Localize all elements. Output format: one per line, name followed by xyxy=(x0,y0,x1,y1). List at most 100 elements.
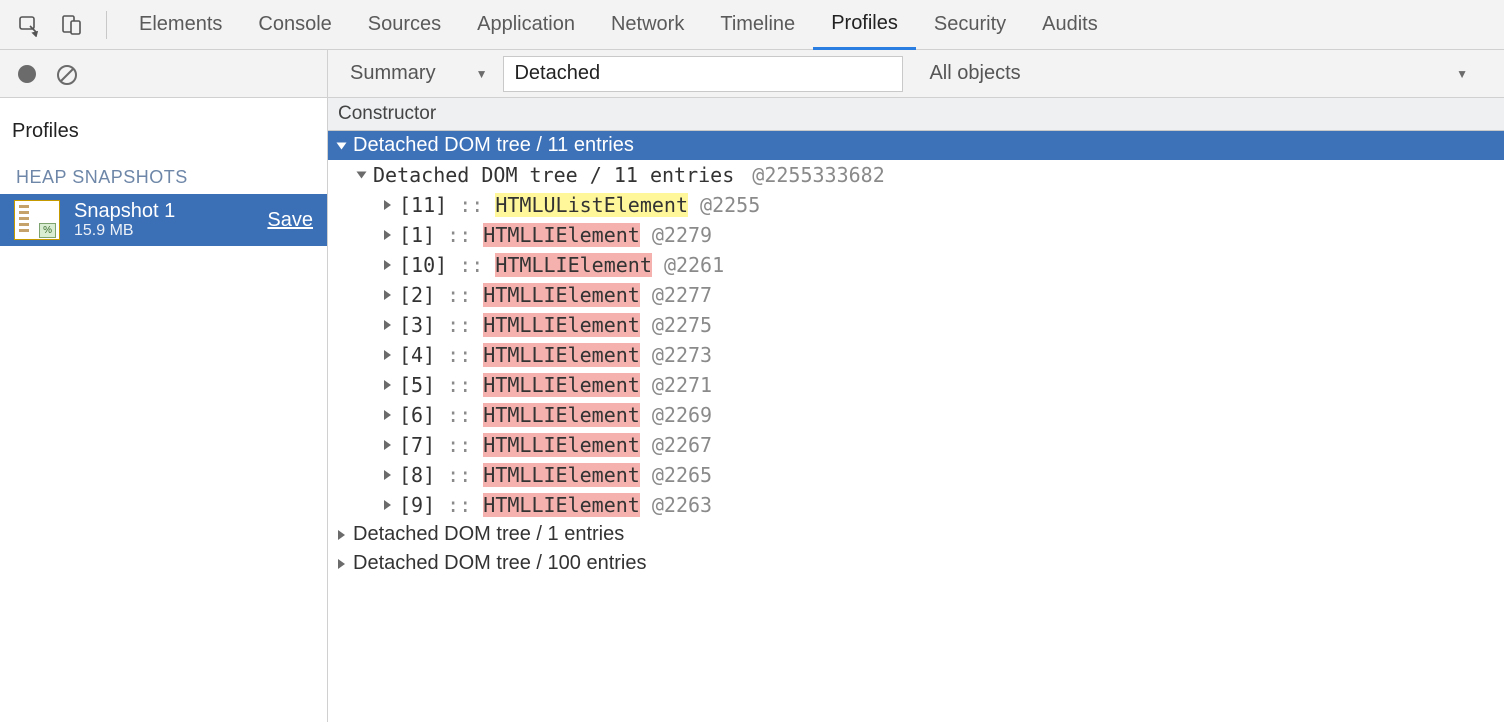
tree-node[interactable]: [8] :: HTMLLIElement @2265 xyxy=(328,460,1504,490)
disclosure-triangle-icon[interactable] xyxy=(338,559,345,569)
tree-group[interactable]: Detached DOM tree / 1 entries xyxy=(328,520,1504,549)
tree-node[interactable]: [7] :: HTMLLIElement @2267 xyxy=(328,430,1504,460)
tab-profiles[interactable]: Profiles xyxy=(813,0,916,50)
disclosure-triangle-icon[interactable] xyxy=(384,380,391,390)
tab-network[interactable]: Network xyxy=(593,0,702,50)
tab-timeline[interactable]: Timeline xyxy=(702,0,813,50)
node-index: [3] xyxy=(399,313,435,337)
view-mode-dropdown[interactable]: Summary ▼ xyxy=(342,58,495,89)
snapshot-name: Snapshot 1 xyxy=(74,200,267,222)
object-filter-label: All objects xyxy=(929,62,1020,85)
separator: :: xyxy=(435,433,483,457)
node-index: [6] xyxy=(399,403,435,427)
profiles-sidebar: Profiles HEAP SNAPSHOTS Snapshot 1 15.9 … xyxy=(0,50,328,722)
object-id: @2273 xyxy=(652,343,712,367)
node-index: [7] xyxy=(399,433,435,457)
disclosure-triangle-icon[interactable] xyxy=(338,530,345,540)
tree-group-selected[interactable]: Detached DOM tree / 11 entries xyxy=(328,131,1504,160)
disclosure-triangle-icon[interactable] xyxy=(337,142,347,149)
tree-node[interactable]: [11] :: HTMLUListElement @2255 xyxy=(328,190,1504,220)
profiles-main: Summary ▼ All objects ▼ Constructor Deta… xyxy=(328,50,1504,722)
node-class: HTMLLIElement xyxy=(483,403,640,427)
object-id: @2263 xyxy=(652,493,712,517)
tree-node[interactable]: [3] :: HTMLLIElement @2275 xyxy=(328,310,1504,340)
disclosure-triangle-icon[interactable] xyxy=(384,350,391,360)
tree-node[interactable]: [9] :: HTMLLIElement @2263 xyxy=(328,490,1504,520)
node-class: HTMLLIElement xyxy=(483,313,640,337)
node-index: [4] xyxy=(399,343,435,367)
separator: :: xyxy=(435,373,483,397)
separator: :: xyxy=(447,253,495,277)
disclosure-triangle-icon[interactable] xyxy=(357,172,367,179)
disclosure-triangle-icon[interactable] xyxy=(384,260,391,270)
tab-application[interactable]: Application xyxy=(459,0,593,50)
tree-node[interactable]: [5] :: HTMLLIElement @2271 xyxy=(328,370,1504,400)
record-icon[interactable] xyxy=(18,65,36,83)
clear-icon[interactable] xyxy=(56,64,76,84)
disclosure-triangle-icon[interactable] xyxy=(384,290,391,300)
node-class: HTMLLIElement xyxy=(483,223,640,247)
object-id: @2261 xyxy=(664,253,724,277)
snapshot-icon xyxy=(14,200,60,240)
separator: :: xyxy=(435,283,483,307)
disclosure-triangle-icon[interactable] xyxy=(384,440,391,450)
separator: :: xyxy=(435,403,483,427)
object-filter-dropdown[interactable]: All objects ▼ xyxy=(921,58,1490,89)
tree-group-expanded[interactable]: Detached DOM tree / 11 entries @22553336… xyxy=(328,160,1504,190)
tab-security[interactable]: Security xyxy=(916,0,1024,50)
disclosure-triangle-icon[interactable] xyxy=(384,470,391,480)
node-index: [9] xyxy=(399,493,435,517)
disclosure-triangle-icon[interactable] xyxy=(384,230,391,240)
tab-sources[interactable]: Sources xyxy=(350,0,459,50)
object-id: @2255 xyxy=(700,193,760,217)
separator: :: xyxy=(435,313,483,337)
sidebar-section-label: HEAP SNAPSHOTS xyxy=(0,157,327,194)
class-filter-input[interactable] xyxy=(503,56,903,92)
disclosure-triangle-icon[interactable] xyxy=(384,320,391,330)
node-index: [11] xyxy=(399,193,447,217)
node-index: [2] xyxy=(399,283,435,307)
node-class: HTMLLIElement xyxy=(483,373,640,397)
disclosure-triangle-icon[interactable] xyxy=(384,410,391,420)
disclosure-triangle-icon[interactable] xyxy=(384,200,391,210)
column-header-constructor[interactable]: Constructor xyxy=(328,98,1504,131)
object-id: @2265 xyxy=(652,463,712,487)
snapshot-save-link[interactable]: Save xyxy=(267,209,313,232)
node-class: HTMLUListElement xyxy=(495,193,688,217)
separator: :: xyxy=(435,223,483,247)
tree-node[interactable]: [4] :: HTMLLIElement @2273 xyxy=(328,340,1504,370)
profiles-toolbar: Summary ▼ All objects ▼ xyxy=(328,50,1504,98)
tree-node[interactable]: [1] :: HTMLLIElement @2279 xyxy=(328,220,1504,250)
tree-group[interactable]: Detached DOM tree / 100 entries xyxy=(328,549,1504,578)
group-label: Detached DOM tree / 11 entries xyxy=(353,134,634,157)
separator xyxy=(106,11,107,39)
inspect-icon[interactable] xyxy=(14,10,44,40)
disclosure-triangle-icon[interactable] xyxy=(384,500,391,510)
tree-node[interactable]: [10] :: HTMLLIElement @2261 xyxy=(328,250,1504,280)
node-class: HTMLLIElement xyxy=(495,253,652,277)
tab-console[interactable]: Console xyxy=(240,0,349,50)
separator: :: xyxy=(435,463,483,487)
object-id: @2279 xyxy=(652,223,712,247)
node-index: [5] xyxy=(399,373,435,397)
node-index: [8] xyxy=(399,463,435,487)
separator: :: xyxy=(435,343,483,367)
object-id: @2255333682 xyxy=(752,163,884,187)
group-label: Detached DOM tree / 100 entries xyxy=(353,552,646,575)
sidebar-title: Profiles xyxy=(0,98,327,157)
snapshot-item[interactable]: Snapshot 1 15.9 MB Save xyxy=(0,194,327,246)
devtools-tabbar: ElementsConsoleSourcesApplicationNetwork… xyxy=(0,0,1504,50)
object-id: @2271 xyxy=(652,373,712,397)
tree-node[interactable]: [6] :: HTMLLIElement @2269 xyxy=(328,400,1504,430)
group-label: Detached DOM tree / 1 entries xyxy=(353,523,624,546)
tree-node[interactable]: [2] :: HTMLLIElement @2277 xyxy=(328,280,1504,310)
device-icon[interactable] xyxy=(56,10,86,40)
object-id: @2269 xyxy=(652,403,712,427)
tab-elements[interactable]: Elements xyxy=(121,0,240,50)
node-index: [10] xyxy=(399,253,447,277)
separator: :: xyxy=(447,193,495,217)
separator: :: xyxy=(435,493,483,517)
tab-audits[interactable]: Audits xyxy=(1024,0,1116,50)
object-id: @2277 xyxy=(652,283,712,307)
sidebar-toolbar xyxy=(0,50,327,98)
